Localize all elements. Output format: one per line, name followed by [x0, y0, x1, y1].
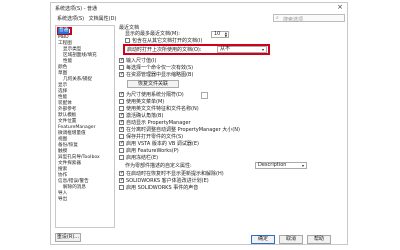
restore-file-associations-button[interactable]: 恢复文件关联: [127, 80, 179, 88]
ok-button[interactable]: 确定: [251, 235, 275, 244]
window-title: 系统选项(S) - 普通: [55, 6, 98, 12]
general-options-panel: 最近文档 显示的最多最近文档(M): 10 ▲ ▼ 包含在从其它文档打开的文档(I…: [119, 25, 345, 220]
tree-item-export[interactable]: 导出: [58, 197, 67, 203]
search-icon: ⌕: [276, 15, 279, 21]
auto-show-pm-checkbox[interactable]: 自动显示 PropertyManager: [119, 119, 191, 126]
cancel-button[interactable]: 取消: [279, 235, 303, 244]
check-updates-label: 在启动时在恢复时不显示更新提示和解除(H): [126, 171, 224, 177]
separator-field[interactable]: [201, 92, 208, 99]
enable-vsta-checkbox[interactable]: 启用 VSTA 版本的 VB 调试器(E): [119, 140, 199, 147]
customer-improvement-label: SOLIDWORKS 客户体验改进计划(E): [126, 178, 209, 184]
chevron-down-icon: ▾: [301, 163, 304, 168]
system-separator-checkbox[interactable]: 为尺寸使用系统分隔符(D): [119, 91, 184, 98]
search-placeholder: 搜索选项: [283, 17, 304, 23]
enable-freeze-bar-label: 启用冻结栏(E): [126, 155, 159, 161]
english-feature-label: 使用英文文件特征和文件名称(N): [126, 106, 199, 112]
single-command-checkbox[interactable]: 每选择一个命令仅一次有效(S): [119, 65, 193, 71]
custom-property-label: 作为零部件描述的自定义属性:: [125, 163, 192, 169]
single-command-box[interactable]: [119, 65, 124, 70]
max-recent-value: 10: [214, 31, 221, 37]
single-command-label: 每选择一个命令仅一次有效(S): [126, 65, 194, 71]
close-icon[interactable]: ×: [337, 4, 343, 11]
tab-system-options[interactable]: 系统选项(S): [57, 16, 84, 22]
enable-featureworks-checkbox[interactable]: 启用 FeatureWorks(P): [119, 148, 179, 154]
system-separator-label: 为尺寸使用系统分隔符(D): [126, 92, 184, 98]
system-options-dialog: 系统选项(S) - 普通 × 系统选项(S) 文档属性(D) ⌕ 搜索选项 普通…: [50, 2, 348, 245]
enable-vsta-label: 启用 VSTA 版本的 VB 调试器(E): [126, 141, 199, 147]
check-updates-checkbox[interactable]: 在启动时在恢复时不显示更新提示和解除(H): [119, 170, 224, 177]
sounds-checkbox[interactable]: 启用 SOLIDWORKS 事件的声音: [119, 185, 198, 191]
system-separator-box[interactable]: [119, 91, 124, 97]
english-menu-label: 使用英文菜单(M): [126, 99, 165, 105]
tab-document-properties[interactable]: 文档属性(D): [89, 16, 117, 22]
enable-featureworks-label: 启用 FeatureWorks(P): [126, 148, 179, 154]
english-feature-box[interactable]: [119, 106, 124, 111]
check-updates-box[interactable]: [119, 170, 124, 176]
tree-item-general[interactable]: 普通: [58, 28, 70, 34]
enable-freeze-bar-box[interactable]: [119, 155, 124, 160]
auto-size-pm-checkbox[interactable]: 在分离时调整自动调整 PropertyManager 大小(N): [119, 126, 240, 133]
confirm-corner-checkbox[interactable]: 激活确认角落(B): [119, 112, 164, 119]
english-menu-checkbox[interactable]: 使用英文菜单(M): [119, 99, 164, 105]
auto-size-pm-label: 在分离时调整自动调整 PropertyManager 大小(N): [126, 127, 240, 133]
chevron-down-icon: ▾: [261, 47, 264, 52]
english-menu-box[interactable]: [119, 99, 124, 104]
input-dimension-label: 输入尺寸值(I): [126, 58, 157, 64]
custom-property-value: Description: [258, 162, 287, 168]
options-tabs: 系统选项(S) 文档属性(D): [57, 15, 119, 22]
startup-open-label: 启动时打开上次所使用的文档(O):: [127, 47, 202, 53]
max-recent-label: 显示的最多最近文档(M):: [125, 31, 180, 37]
confirm-corner-label: 激活确认角落(B): [126, 113, 164, 119]
input-dimension-box[interactable]: [119, 57, 124, 63]
help-button[interactable]: 帮助: [307, 235, 331, 244]
add-rebuild-checkbox[interactable]: 保存并打开零件的文件(S): [119, 134, 183, 140]
include-recent-box[interactable]: [125, 38, 130, 43]
tree-item-relations-snaps[interactable]: 几何关系/捕捉: [63, 77, 92, 83]
enable-freeze-bar-checkbox[interactable]: 启用冻结栏(E): [119, 155, 158, 161]
startup-open-select[interactable]: 从不 ▾: [217, 46, 267, 53]
search-input[interactable]: ⌕ 搜索选项: [273, 14, 345, 23]
resource-monitor-box[interactable]: [119, 71, 124, 77]
input-dimension-checkbox[interactable]: 输入尺寸值(I): [119, 57, 157, 64]
auto-show-pm-label: 自动显示 PropertyManager: [126, 120, 191, 126]
enable-featureworks-box[interactable]: [119, 148, 124, 153]
spinner-arrows-icon: ▲ ▼: [224, 31, 227, 38]
resource-monitor-checkbox[interactable]: 在资源管理器中显示缩略图(B): [119, 71, 194, 78]
sounds-label: 启用 SOLIDWORKS 事件的声音: [126, 185, 199, 191]
reset-button[interactable]: 重设(R)...: [55, 233, 81, 242]
options-tree: 普通 MBD 工程图 显示类型 区域剖面线/填充 性能 颜色 草图 几何关系/捕…: [55, 25, 115, 228]
add-rebuild-label: 保存并打开零件的文件(S): [126, 134, 184, 140]
enable-vsta-box[interactable]: [119, 140, 124, 146]
confirm-corner-box[interactable]: [119, 112, 124, 118]
customer-improvement-checkbox[interactable]: SOLIDWORKS 客户体验改进计划(E): [119, 177, 209, 184]
custom-property-select[interactable]: Description ▾: [255, 162, 307, 169]
max-recent-spinner[interactable]: 10 ▲ ▼: [211, 31, 229, 38]
title-bar: 系统选项(S) - 普通 ×: [51, 3, 347, 13]
customer-improvement-box[interactable]: [119, 177, 124, 183]
sounds-box[interactable]: [119, 185, 124, 190]
auto-show-pm-box[interactable]: [119, 119, 124, 125]
resource-monitor-label: 在资源管理器中显示缩略图(B): [126, 72, 194, 78]
add-rebuild-box[interactable]: [119, 134, 124, 139]
auto-size-pm-box[interactable]: [119, 126, 124, 132]
english-feature-checkbox[interactable]: 使用英文文件特征和文件名称(N): [119, 106, 199, 112]
startup-open-value: 从不: [220, 46, 231, 52]
